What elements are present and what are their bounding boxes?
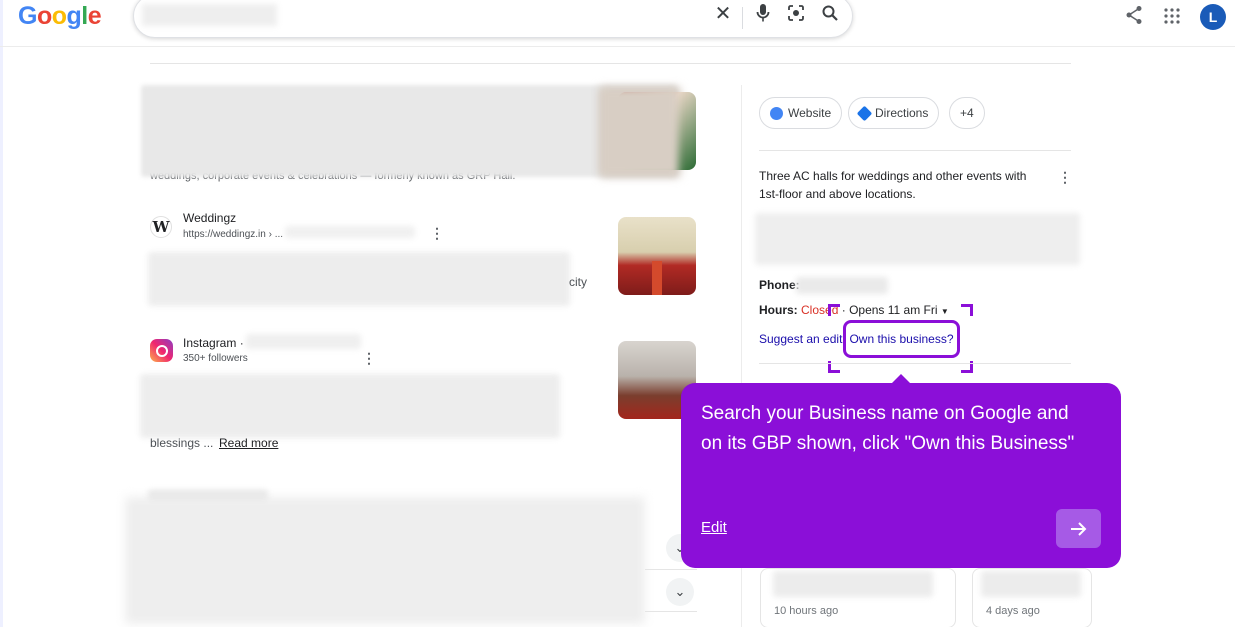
website-button[interactable]: Website <box>759 97 843 129</box>
results-divider <box>150 63 1071 64</box>
header-divider <box>0 46 1235 47</box>
website-label: Website <box>788 106 832 120</box>
weddingz-snippet-fragment: city <box>569 275 587 289</box>
arrow-right-icon[interactable] <box>1056 509 1101 548</box>
thumbnail-aisle <box>652 261 662 295</box>
more-actions-label: +4 <box>960 106 974 120</box>
guide-tooltip: Search your Business name on Google and … <box>681 383 1121 568</box>
weddingz-url-redacted <box>285 226 415 238</box>
phone-redacted <box>796 277 888 294</box>
own-business-link[interactable]: Own this business? <box>843 320 960 358</box>
panel-separator-2 <box>759 363 1071 364</box>
share-icon[interactable] <box>1125 5 1143 30</box>
close-icon[interactable]: ✕ <box>711 1 735 25</box>
tooltip-text: Search your Business name on Google and … <box>701 403 1075 454</box>
review-text-redacted-2 <box>981 571 1081 597</box>
instagram-handle-redacted <box>246 334 361 349</box>
camera-lens-icon[interactable] <box>784 1 808 25</box>
instagram-followers: 350+ followers <box>183 353 248 364</box>
instagram-more-icon[interactable]: ⋮ <box>362 351 376 365</box>
hours-row[interactable]: Hours: Closed · Opens 11 am Fri ▼ <box>759 303 949 317</box>
more-actions-button[interactable]: +4 <box>949 97 985 129</box>
search-divider <box>742 7 743 29</box>
google-logo[interactable]: Google <box>18 2 102 31</box>
row-divider-2 <box>645 611 697 612</box>
review-time: 10 hours ago <box>774 605 839 617</box>
read-more-link[interactable]: Read more <box>219 436 278 450</box>
hours-label: Hours: <box>759 303 798 317</box>
address-redacted <box>755 213 1080 265</box>
panel-separator <box>759 150 1071 151</box>
weddingz-url[interactable]: https://weddingz.in › ... <box>183 229 283 240</box>
tooltip-edit-link[interactable]: Edit <box>701 519 727 536</box>
review-time-2: 4 days ago <box>986 605 1040 617</box>
suggest-edit-link[interactable]: Suggest an edit <box>759 332 842 346</box>
expand-chevron-icon-2[interactable]: ⌄ <box>666 578 694 606</box>
row-divider <box>645 569 697 570</box>
search-icon[interactable] <box>818 1 842 25</box>
description-more-icon[interactable]: ⋮ <box>1058 170 1072 184</box>
search-query-redacted[interactable] <box>142 4 277 26</box>
hours-separator: · <box>841 303 846 317</box>
focus-corner-tl <box>828 304 840 316</box>
globe-icon <box>770 106 783 120</box>
apps-grid-icon[interactable] <box>1164 8 1180 29</box>
bottom-section-redacted <box>125 497 645 624</box>
review-text-redacted <box>773 571 933 597</box>
weddingz-more-icon[interactable]: ⋮ <box>430 226 444 240</box>
thumbnail-blur-overlay <box>600 88 678 176</box>
instagram-icon <box>150 339 173 362</box>
left-edge <box>0 0 3 627</box>
directions-label: Directions <box>875 106 929 120</box>
avatar[interactable]: L <box>1200 4 1226 30</box>
review-card-2[interactable]: 4 days ago <box>972 568 1092 627</box>
caret-down-icon: ▼ <box>940 307 949 316</box>
directions-button[interactable]: Directions <box>848 97 940 129</box>
business-description: Three AC halls for weddings and other ev… <box>759 169 1027 201</box>
search-box[interactable]: ✕ <box>133 0 853 38</box>
weddingz-favicon: W <box>150 216 172 238</box>
focus-corner-tr <box>961 304 973 316</box>
review-card-1[interactable]: 10 hours ago <box>760 568 956 627</box>
instagram-title[interactable]: Instagram · <box>183 336 244 350</box>
directions-icon <box>856 105 873 121</box>
weddingz-title[interactable]: Weddingz <box>183 211 236 225</box>
instagram-snippet-redacted <box>140 374 560 438</box>
weddingz-thumbnail[interactable] <box>618 217 696 295</box>
weddingz-snippet-redacted <box>148 252 570 306</box>
first-result-redacted <box>141 85 677 177</box>
hours-open: Opens 11 am Fri <box>849 303 938 317</box>
phone-label: Phone: <box>759 278 800 292</box>
microphone-icon[interactable] <box>751 1 775 25</box>
instagram-snippet-end: blessings ... <box>150 436 214 450</box>
